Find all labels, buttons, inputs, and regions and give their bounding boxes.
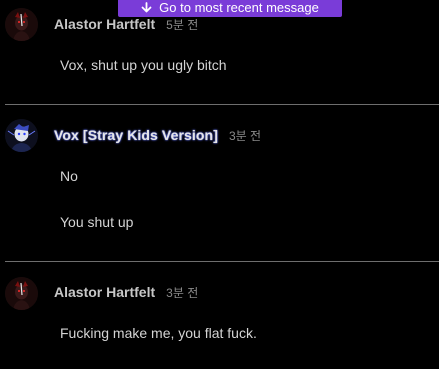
message-header: Alastor Hartfelt 3분 전 [54, 284, 198, 301]
timestamp: 5분 전 [166, 18, 199, 32]
message-header: Vox [Stray Kids Version] 3분 전 [54, 127, 261, 144]
message-divider [5, 104, 439, 105]
author-name[interactable]: Alastor Hartfelt [54, 284, 155, 300]
timestamp: 3분 전 [166, 286, 199, 300]
avatar[interactable] [5, 277, 38, 310]
message-text: Fucking make me, you flat fuck. [60, 325, 257, 341]
message-text: No [60, 168, 78, 184]
avatar[interactable] [5, 119, 38, 152]
message-text: You shut up [60, 214, 134, 230]
arrow-down-icon [141, 2, 152, 13]
avatar[interactable] [5, 8, 38, 41]
message-header: Alastor Hartfelt 5분 전 [54, 16, 198, 33]
message-text: Vox, shut up you ugly bitch [60, 57, 227, 73]
jump-to-latest-label: Go to most recent message [159, 0, 319, 15]
author-name[interactable]: Alastor Hartfelt [54, 16, 155, 32]
author-name[interactable]: Vox [Stray Kids Version] [54, 127, 218, 143]
jump-to-latest-button[interactable]: Go to most recent message [118, 0, 342, 17]
timestamp: 3분 전 [228, 129, 262, 143]
message-divider [5, 261, 439, 262]
